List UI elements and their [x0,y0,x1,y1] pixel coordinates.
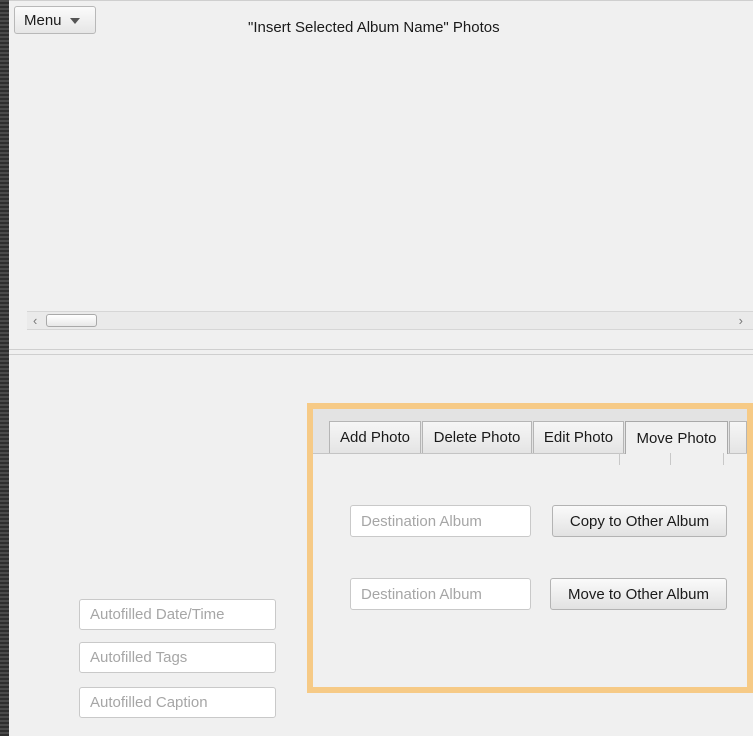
copy-to-other-album-button[interactable]: Copy to Other Album [552,505,727,537]
tab-add-photo[interactable]: Add Photo [329,421,421,453]
chevron-right-icon[interactable]: › [739,313,743,329]
tab-overflow[interactable] [729,421,747,453]
page-title: "Insert Selected Album Name" Photos [248,19,500,36]
app-window: Menu "Insert Selected Album Name" Photos… [0,0,753,736]
copy-destination-album-field[interactable] [350,505,531,537]
tab-tick [619,453,620,465]
tab-label: Add Photo [339,429,411,446]
caption-field[interactable] [79,687,276,718]
scrollbar-thumb[interactable] [46,314,97,327]
tab-tick [723,453,724,465]
menu-button[interactable]: Menu [14,6,96,34]
tab-label: Edit Photo [543,429,614,446]
tab-tick [670,453,671,465]
move-to-other-album-button[interactable]: Move to Other Album [550,578,727,610]
tab-move-photo[interactable]: Move Photo [625,421,728,454]
photo-list-scrollbar[interactable]: ‹ › [27,311,753,330]
tab-delete-photo[interactable]: Delete Photo [422,421,532,453]
window-edge [0,0,9,736]
date-time-field[interactable] [79,599,276,630]
tab-label: Move Photo [636,429,717,447]
move-destination-album-field[interactable] [350,578,531,610]
tab-label: Delete Photo [433,429,521,446]
chevron-down-icon [69,18,80,24]
photo-actions-tab-pane: Add Photo Delete Photo Edit Photo Move P… [307,403,753,693]
top-divider [9,0,753,1]
split-pane-divider[interactable] [9,349,753,355]
menu-button-label: Menu [24,11,62,29]
tags-field[interactable] [79,642,276,673]
tab-header: Add Photo Delete Photo Edit Photo Move P… [313,409,747,454]
chevron-left-icon[interactable]: ‹ [33,313,37,329]
tab-edit-photo[interactable]: Edit Photo [533,421,624,453]
